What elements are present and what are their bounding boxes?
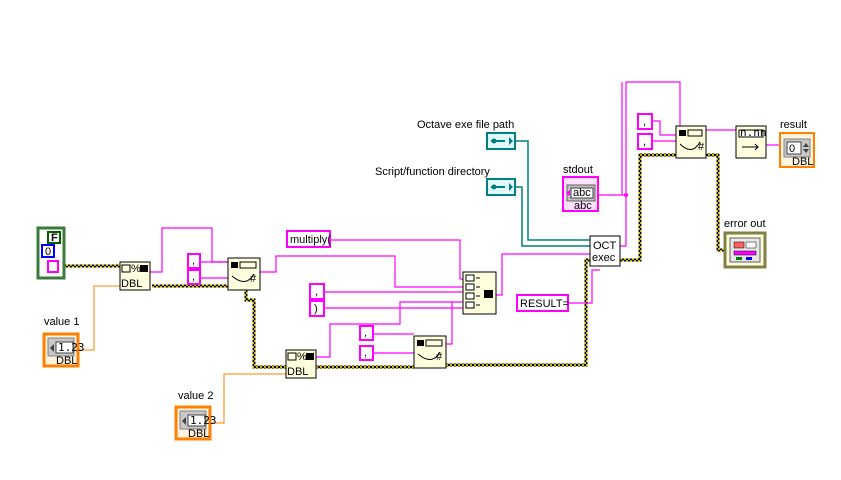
oct-exec-subvi[interactable]: OCT exec <box>589 235 621 267</box>
format1-symbol: % <box>131 263 141 275</box>
result-display: 0 <box>789 143 795 155</box>
stdout-label: stdout <box>563 164 593 176</box>
svg-text:,: , <box>364 327 367 339</box>
comma-constant-right-1[interactable]: , <box>637 113 653 130</box>
search-split-node-2[interactable]: # <box>413 335 447 369</box>
scan-from-string-node[interactable]: n.nn <box>735 125 767 159</box>
value2-control[interactable]: 1.23 DBL <box>174 405 217 441</box>
format2-type: DBL <box>287 366 308 378</box>
svg-text:): ) <box>314 303 318 315</box>
multiply-constant[interactable]: multiply( <box>286 230 331 248</box>
svg-text:,: , <box>192 255 195 267</box>
svg-text:#: # <box>698 141 705 153</box>
search-split-node-1[interactable]: # <box>227 257 261 291</box>
script-dir-control[interactable] <box>486 178 516 196</box>
value2-type: DBL <box>188 428 209 440</box>
cluster-boolean: F <box>51 232 58 244</box>
svg-text:,: , <box>192 271 195 283</box>
value1-display: 1.23 <box>58 341 85 354</box>
concatenate-strings-node[interactable] <box>462 271 497 315</box>
stdout-indicator[interactable]: abc abc <box>562 176 599 212</box>
comma-constant-b[interactable]: , <box>359 345 374 361</box>
error-out-indicator[interactable] <box>723 231 767 269</box>
comma-constant-a[interactable]: , <box>359 325 374 341</box>
script-dir-label: Script/function directory <box>375 166 490 178</box>
result-indicator[interactable]: 0 DBL <box>779 132 815 168</box>
svg-text:#: # <box>250 273 257 285</box>
oct-line1: OCT <box>593 240 617 252</box>
value2-display: 1.23 <box>190 414 217 427</box>
stdout-display: abc <box>573 187 591 199</box>
value1-control[interactable]: 1.23 DBL <box>42 332 85 368</box>
svg-text:,: , <box>643 116 646 128</box>
value2-label: value 2 <box>178 390 213 402</box>
error-wires[interactable] <box>64 153 728 369</box>
result-label: result <box>780 119 807 131</box>
comma-constant-top[interactable]: , <box>187 253 201 269</box>
octave-path-label: Octave exe file path <box>417 119 514 131</box>
wire-junction <box>624 193 628 197</box>
comma-constant-right-2[interactable]: , <box>637 133 653 150</box>
svg-text:,: , <box>643 136 646 148</box>
value1-label: value 1 <box>44 316 79 328</box>
scan-icon: n.nn <box>740 126 767 139</box>
comma-constant[interactable]: , <box>309 283 325 300</box>
format-into-string-node-1[interactable]: % DBL <box>119 261 151 291</box>
result-eq-constant[interactable]: RESULT= <box>516 294 569 312</box>
format1-type: DBL <box>121 278 142 290</box>
oct-line2: exec <box>592 252 616 264</box>
octave-path-control[interactable] <box>486 132 516 150</box>
svg-text:,: , <box>315 286 318 298</box>
error-out-label: error out <box>724 218 766 230</box>
svg-text:RESULT=: RESULT= <box>520 298 569 310</box>
svg-text:#: # <box>436 351 443 363</box>
search-split-node-3[interactable]: # <box>675 125 707 159</box>
value1-type: DBL <box>56 355 77 367</box>
format-into-string-node-2[interactable]: % DBL <box>285 349 317 379</box>
cluster-numeric: 0 <box>45 246 51 258</box>
close-paren-constant[interactable]: ) <box>309 300 325 317</box>
format2-symbol: % <box>297 351 307 363</box>
comma-constant-mid[interactable]: , <box>187 269 201 285</box>
block-diagram: F 0 value 1 1.23 DBL value 2 1.23 DBL % … <box>36 81 815 441</box>
svg-text:,: , <box>364 347 367 359</box>
error-cluster-constant[interactable]: F 0 <box>36 226 66 280</box>
result-type: DBL <box>792 156 813 168</box>
stdout-type: abc <box>574 200 592 212</box>
svg-text:multiply(: multiply( <box>290 234 331 246</box>
